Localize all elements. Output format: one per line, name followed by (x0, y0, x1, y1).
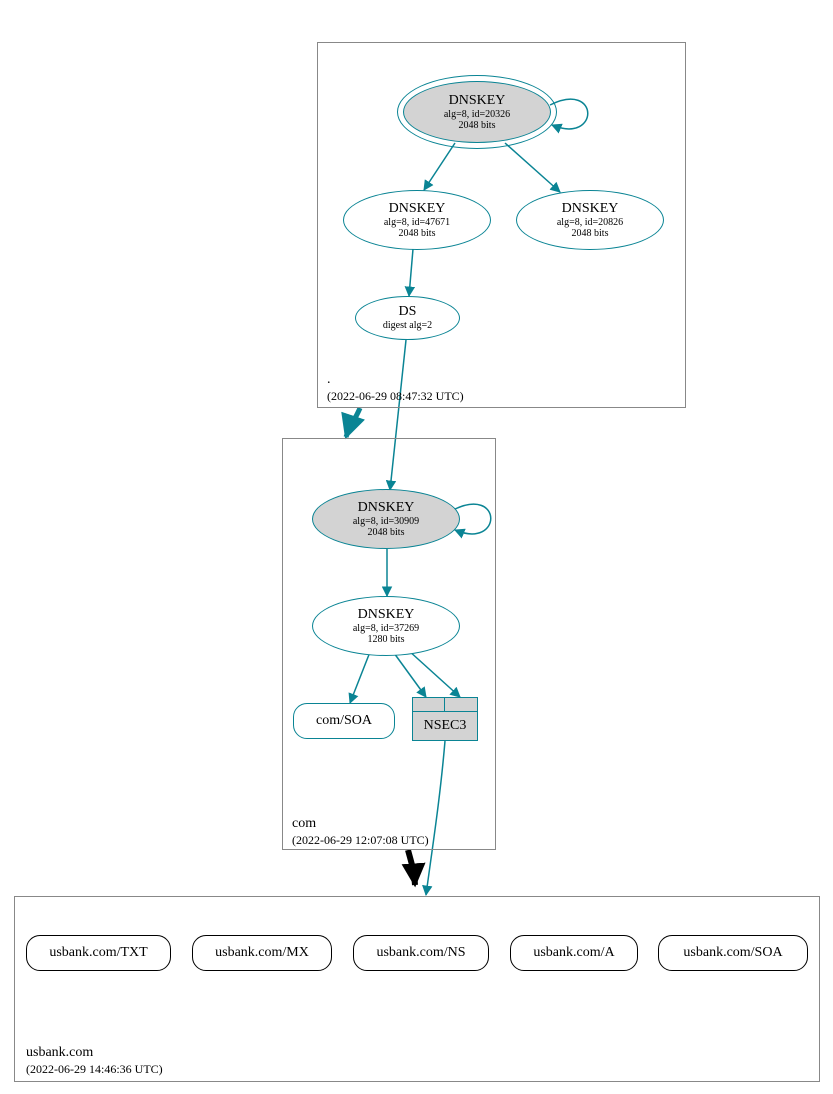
node-com-zsk-l1: alg=8, id=37269 (353, 623, 419, 635)
node-root-ds-l1: digest alg=2 (383, 320, 432, 332)
node-root-key3-title: DNSKEY (562, 201, 619, 217)
node-rr-soa-label: usbank.com/SOA (683, 945, 782, 961)
node-com-ksk-title: DNSKEY (358, 500, 415, 516)
node-root-ksk: DNSKEY alg=8, id=20326 2048 bits (403, 81, 551, 143)
nsec3-cell-bottom: NSEC3 (412, 711, 478, 741)
node-root-ksk-l2: 2048 bits (459, 120, 496, 132)
node-rr-txt: usbank.com/TXT (26, 935, 171, 971)
node-root-key3-l1: alg=8, id=20826 (557, 217, 623, 229)
dnssec-diagram: . (2022-06-29 08:47:32 UTC) DNSKEY alg=8… (0, 0, 833, 1094)
zone-com-label: com (2022-06-29 12:07:08 UTC) (292, 815, 429, 848)
node-com-ksk: DNSKEY alg=8, id=30909 2048 bits (312, 489, 460, 549)
nsec3-label: NSEC3 (424, 718, 467, 734)
zone-root-label: . (2022-06-29 08:47:32 UTC) (327, 371, 464, 404)
node-rr-txt-label: usbank.com/TXT (49, 945, 147, 961)
node-rr-soa: usbank.com/SOA (658, 935, 808, 971)
zone-com-time: (2022-06-29 12:07:08 UTC) (292, 833, 429, 848)
node-rr-a: usbank.com/A (510, 935, 638, 971)
node-root-zsk-l2: 2048 bits (399, 228, 436, 240)
node-rr-a-label: usbank.com/A (533, 945, 614, 961)
node-nsec3: NSEC3 (412, 697, 478, 741)
node-root-zsk-l1: alg=8, id=47671 (384, 217, 450, 229)
node-rr-ns: usbank.com/NS (353, 935, 489, 971)
zone-com-name: com (292, 815, 429, 833)
zone-usbank-name: usbank.com (26, 1044, 163, 1062)
node-com-soa-label: com/SOA (316, 713, 372, 729)
node-com-ksk-l1: alg=8, id=30909 (353, 516, 419, 528)
zone-usbank-label: usbank.com (2022-06-29 14:46:36 UTC) (26, 1044, 163, 1077)
node-rr-ns-label: usbank.com/NS (376, 945, 465, 961)
zone-root-time: (2022-06-29 08:47:32 UTC) (327, 389, 464, 404)
node-com-zsk-l2: 1280 bits (368, 634, 405, 646)
node-com-zsk-title: DNSKEY (358, 607, 415, 623)
node-root-key3: DNSKEY alg=8, id=20826 2048 bits (516, 190, 664, 250)
node-root-zsk-title: DNSKEY (389, 201, 446, 217)
zone-usbank-time: (2022-06-29 14:46:36 UTC) (26, 1062, 163, 1077)
node-com-zsk: DNSKEY alg=8, id=37269 1280 bits (312, 596, 460, 656)
zone-root-name: . (327, 371, 464, 389)
node-root-ds: DS digest alg=2 (355, 296, 460, 340)
node-com-soa: com/SOA (293, 703, 395, 739)
node-root-ksk-l1: alg=8, id=20326 (444, 109, 510, 121)
node-root-ds-title: DS (399, 304, 417, 320)
node-root-zsk: DNSKEY alg=8, id=47671 2048 bits (343, 190, 491, 250)
node-com-ksk-l2: 2048 bits (368, 527, 405, 539)
node-rr-mx-label: usbank.com/MX (215, 945, 309, 961)
node-root-key3-l2: 2048 bits (572, 228, 609, 240)
node-root-ksk-title: DNSKEY (449, 93, 506, 109)
node-rr-mx: usbank.com/MX (192, 935, 332, 971)
